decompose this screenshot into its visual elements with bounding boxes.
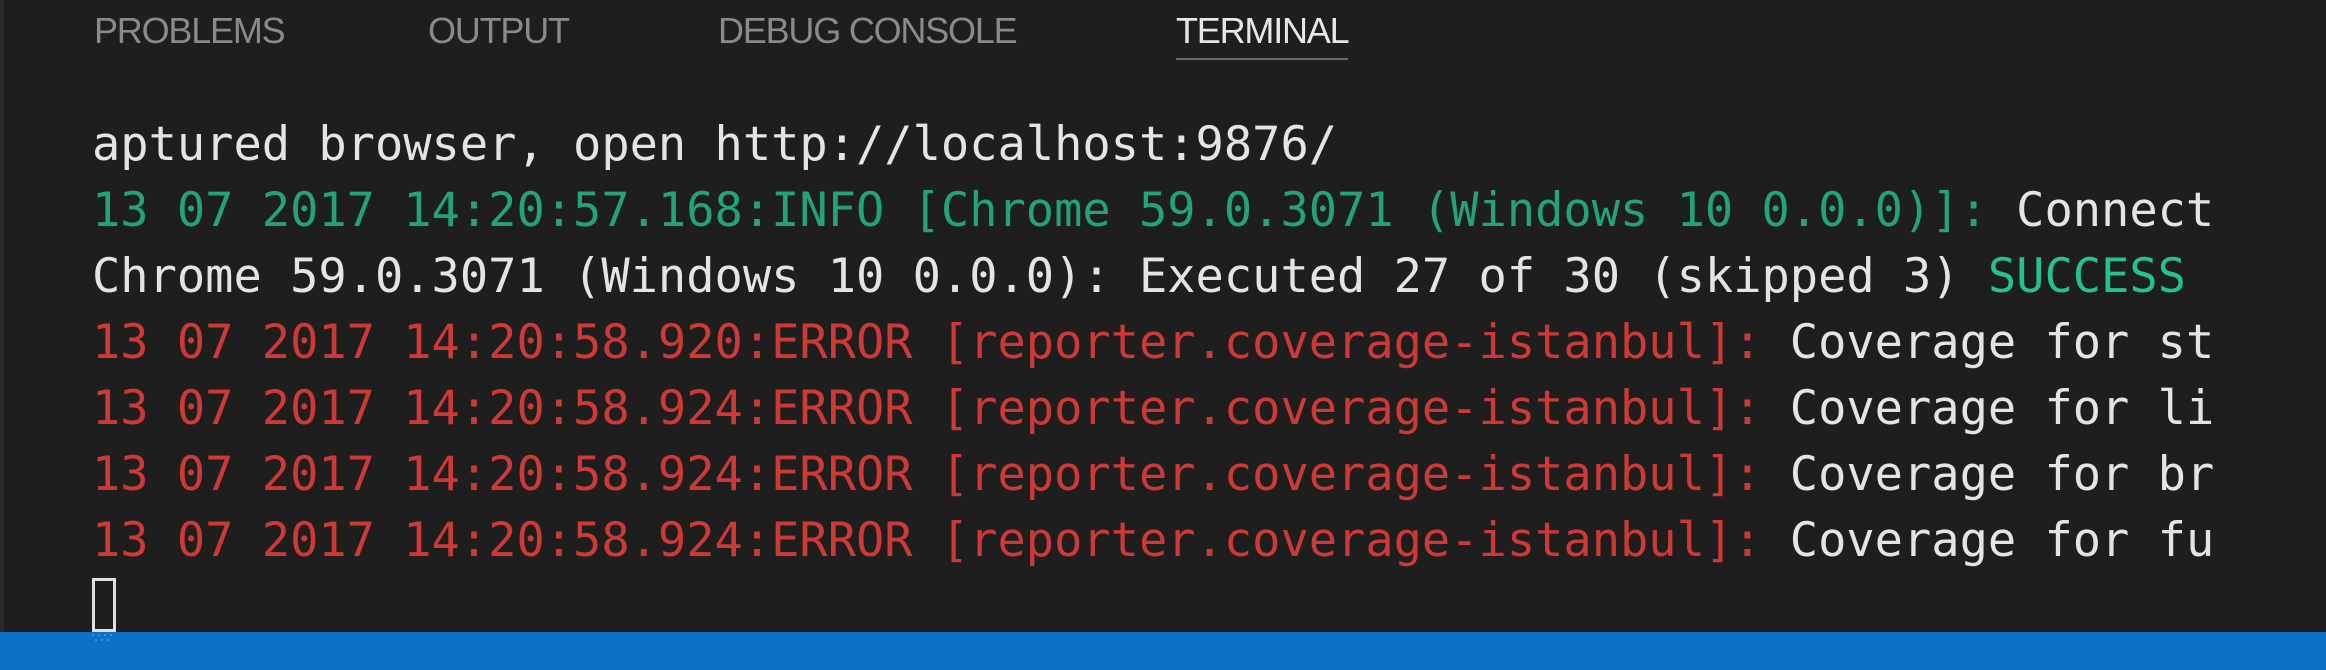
terminal-text-segment: 13 07 2017 14:20:57.168:INFO [Chrome 59.…	[92, 183, 1988, 238]
terminal-text-segment: Coverage for fu	[1761, 513, 2215, 568]
terminal-line: aptured browser, open http://localhost:9…	[92, 112, 2326, 178]
terminal-text-segment: 13 07 2017 14:20:58.924:ERROR [reporter.…	[92, 381, 1762, 436]
terminal-text-segment: aptured browser, open http://localhost:9…	[92, 117, 1338, 172]
terminal-line: 13 07 2017 14:20:58.924:ERROR [reporter.…	[92, 376, 2326, 442]
terminal-text-segment: 13 07 2017 14:20:58.920:ERROR [reporter.…	[92, 315, 1762, 370]
tab-output[interactable]: OUTPUT	[428, 8, 570, 58]
panel-tab-bar: PROBLEMS OUTPUT DEBUG CONSOLE TERMINAL	[4, 0, 2326, 72]
terminal-text-segment: SUCCESS	[1987, 249, 2186, 304]
terminal-text-segment: Coverage for st	[1761, 315, 2215, 370]
terminal-text-segment: Coverage for br	[1761, 447, 2215, 502]
terminal-panel: PROBLEMS OUTPUT DEBUG CONSOLE TERMINAL a…	[4, 0, 2326, 632]
terminal-text-segment: Connect	[1987, 183, 2215, 238]
terminal-line: 13 07 2017 14:20:58.924:ERROR [reporter.…	[92, 508, 2326, 574]
terminal-text-segment: Chrome 59.0.3071 (Windows 10 0.0.0): Exe…	[92, 249, 1988, 304]
terminal-text-segment: Coverage for li	[1761, 381, 2215, 436]
status-bar	[0, 632, 2326, 670]
resize-grip-icon[interactable]	[90, 632, 114, 646]
tab-problems[interactable]: PROBLEMS	[94, 8, 286, 58]
terminal-line: 13 07 2017 14:20:58.920:ERROR [reporter.…	[92, 310, 2326, 376]
terminal-output[interactable]: aptured browser, open http://localhost:9…	[92, 112, 2326, 632]
terminal-line: 13 07 2017 14:20:57.168:INFO [Chrome 59.…	[92, 178, 2326, 244]
terminal-line: 13 07 2017 14:20:58.924:ERROR [reporter.…	[92, 442, 2326, 508]
terminal-line: Chrome 59.0.3071 (Windows 10 0.0.0): Exe…	[92, 244, 2326, 310]
tab-debug-console[interactable]: DEBUG CONSOLE	[718, 8, 1018, 58]
terminal-text-segment: 13 07 2017 14:20:58.924:ERROR [reporter.…	[92, 447, 1762, 502]
terminal-cursor	[92, 578, 116, 632]
tab-terminal[interactable]: TERMINAL	[1176, 8, 1350, 60]
terminal-prompt-line[interactable]	[92, 574, 2326, 632]
terminal-text-segment: 13 07 2017 14:20:58.924:ERROR [reporter.…	[92, 513, 1762, 568]
